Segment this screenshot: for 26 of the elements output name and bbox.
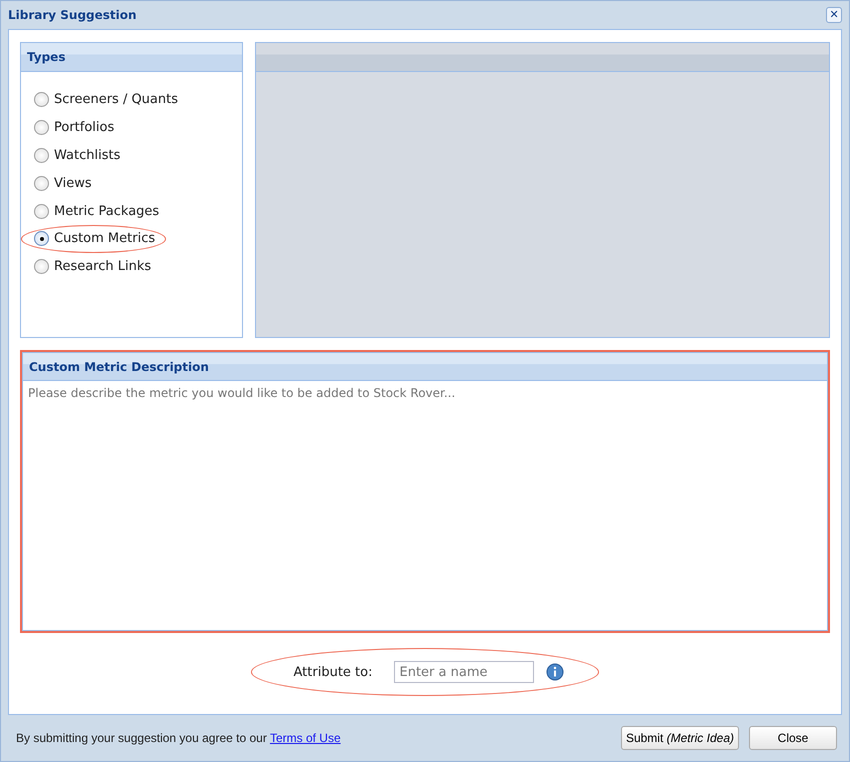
radio-button[interactable] <box>34 92 49 108</box>
radio-option[interactable]: Watchlists <box>32 142 132 170</box>
info-icon[interactable] <box>546 663 564 681</box>
close-button[interactable]: ✕ <box>826 7 842 23</box>
radio-button[interactable] <box>34 148 49 163</box>
panel-title: Types <box>27 50 66 64</box>
radio-option[interactable]: Metric Packages <box>32 197 170 225</box>
terms-notice: By submitting your suggestion you agree to our Terms of Use <box>16 731 341 745</box>
radio-option[interactable]: Portfolios <box>32 114 126 142</box>
terms-link[interactable]: Terms of Use <box>270 731 341 745</box>
attribute-label: Attribute to: <box>294 664 372 680</box>
radio-button[interactable] <box>34 176 49 191</box>
name-field[interactable]: Enter a name <box>394 661 534 683</box>
radio-option[interactable]: Views <box>32 169 103 198</box>
radio-button[interactable] <box>34 120 49 136</box>
description-field[interactable]: Please describe the metric you would like to be added to Stock Rover... <box>22 381 828 631</box>
radio-button[interactable] <box>34 231 49 246</box>
radio-option[interactable]: Custom Metrics <box>21 224 166 253</box>
panel-title: Custom Metric Description <box>29 360 209 374</box>
radio-button[interactable] <box>34 204 49 219</box>
dialog-button[interactable]: Close <box>749 726 837 750</box>
radio-option[interactable]: Research Links <box>32 252 162 281</box>
radio-option[interactable]: Screeners / Quants <box>32 86 190 114</box>
window-title: Library Suggestion <box>8 8 137 22</box>
radio-button[interactable] <box>34 259 49 274</box>
dialog-button[interactable]: Submit (Metric Idea) <box>620 726 739 750</box>
